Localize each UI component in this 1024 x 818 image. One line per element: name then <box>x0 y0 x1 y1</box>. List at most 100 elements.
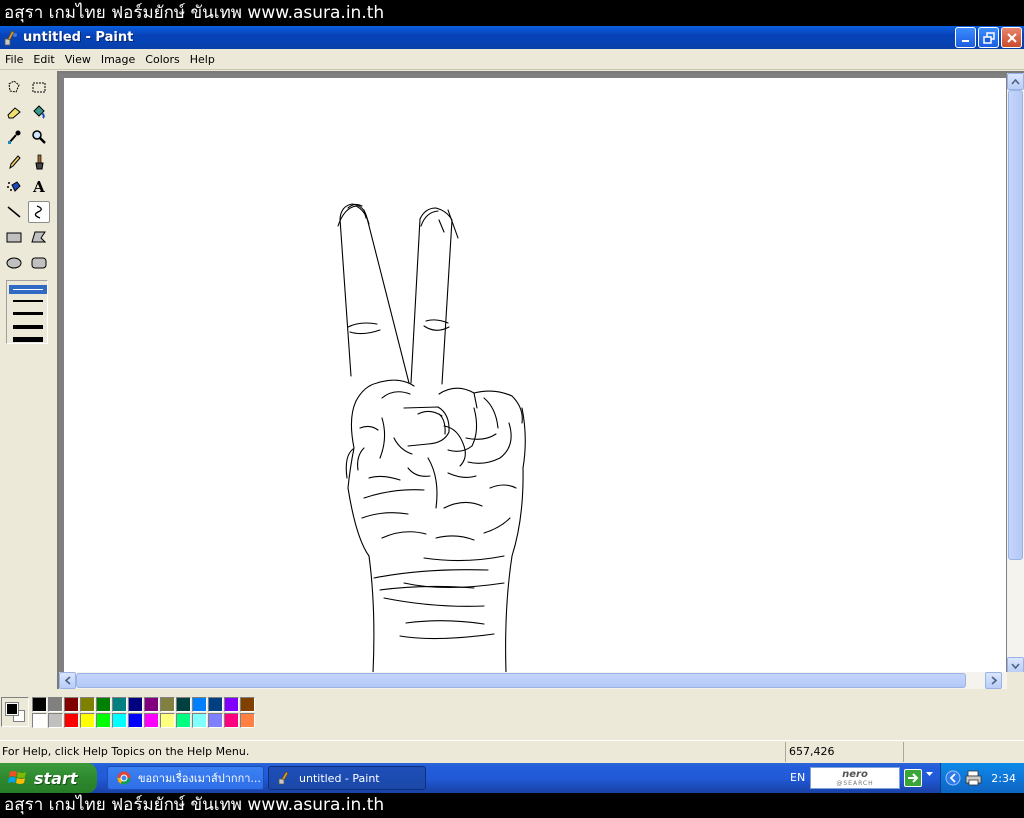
color-swatch[interactable] <box>224 697 239 712</box>
paint-icon <box>277 770 293 786</box>
line-width-2[interactable] <box>13 300 43 302</box>
color-swatch[interactable] <box>144 713 159 728</box>
status-help-text: For Help, click Help Topics on the Help … <box>2 745 250 758</box>
fill-tool[interactable] <box>28 101 50 123</box>
printer-icon[interactable] <box>965 770 983 786</box>
vertical-scroll-thumb[interactable] <box>1008 90 1023 560</box>
line-width-4[interactable] <box>13 325 43 329</box>
windows-logo-icon <box>8 771 26 784</box>
pencil-tool[interactable] <box>3 151 25 173</box>
polygon-tool[interactable] <box>28 226 50 248</box>
title-bar[interactable]: untitled - Paint <box>0 26 1024 49</box>
color-swatch[interactable] <box>80 713 95 728</box>
rounded-rectangle-tool[interactable] <box>28 251 50 273</box>
magnifier-icon <box>32 130 46 144</box>
menu-file[interactable]: File <box>0 53 28 66</box>
color-swatch[interactable] <box>96 713 111 728</box>
color-swatch[interactable] <box>208 713 223 728</box>
current-colors <box>1 697 29 727</box>
eraser-tool[interactable] <box>3 101 25 123</box>
color-swatch[interactable] <box>112 697 127 712</box>
menu-view[interactable]: View <box>60 53 96 66</box>
nero-search-text: @SEARCH <box>836 779 874 787</box>
status-bar: For Help, click Help Topics on the Help … <box>0 740 1024 763</box>
minimize-button[interactable] <box>955 27 976 48</box>
cursor-coordinates: 657,426 <box>785 742 903 762</box>
color-swatch[interactable] <box>160 697 175 712</box>
pick-color-tool[interactable] <box>3 126 25 148</box>
rectangle-icon <box>6 232 22 243</box>
drawing-canvas[interactable] <box>64 78 1006 674</box>
airbrush-tool[interactable] <box>3 176 25 198</box>
menu-image[interactable]: Image <box>96 53 140 66</box>
color-swatch[interactable] <box>176 713 191 728</box>
color-swatch[interactable] <box>192 713 207 728</box>
color-swatch[interactable] <box>32 713 47 728</box>
color-swatch[interactable] <box>112 713 127 728</box>
color-swatch[interactable] <box>64 697 79 712</box>
eraser-icon <box>7 107 21 119</box>
canvas-viewport <box>57 71 1024 689</box>
curve-icon <box>34 205 42 219</box>
menu-edit[interactable]: Edit <box>28 53 59 66</box>
curve-tool[interactable] <box>28 201 50 223</box>
watermark-bottom: อสุรา เกมไทย ฟอร์มยักษ์ ขันเทพ www.asura… <box>0 793 1024 818</box>
restore-button[interactable] <box>978 27 999 48</box>
close-button[interactable] <box>1001 27 1022 48</box>
nero-go-button[interactable] <box>904 769 922 787</box>
line-width-3[interactable] <box>13 312 43 315</box>
brush-tool[interactable] <box>28 151 50 173</box>
paint-app-icon <box>3 29 19 46</box>
arrow-right-icon <box>908 773 919 783</box>
horizontal-scroll-thumb[interactable] <box>76 673 966 688</box>
color-swatch[interactable] <box>240 713 255 728</box>
color-swatch[interactable] <box>192 697 207 712</box>
color-swatch[interactable] <box>128 697 143 712</box>
task-chrome[interactable]: ขอถามเรื่องเมาส์ปากกา... <box>107 766 264 790</box>
color-swatch[interactable] <box>48 713 63 728</box>
scroll-up-button[interactable] <box>1007 73 1024 90</box>
free-form-select-tool[interactable] <box>3 76 25 98</box>
chevron-down-icon[interactable] <box>926 772 933 777</box>
vertical-scrollbar[interactable] <box>1007 73 1024 674</box>
horizontal-scrollbar[interactable] <box>59 672 1009 689</box>
nero-search-box[interactable]: nero @SEARCH <box>810 767 900 789</box>
color-swatch[interactable] <box>176 697 191 712</box>
peace-sign-hand-drawing <box>337 203 526 674</box>
start-label: start <box>34 768 78 788</box>
select-icon <box>32 82 46 93</box>
start-button[interactable]: start <box>0 763 97 793</box>
language-indicator[interactable]: EN <box>790 771 805 784</box>
color-swatch[interactable] <box>128 713 143 728</box>
color-swatch[interactable] <box>80 697 95 712</box>
color-swatch[interactable] <box>32 697 47 712</box>
color-swatch[interactable] <box>224 713 239 728</box>
magnifier-tool[interactable] <box>28 126 50 148</box>
arrow-left-icon <box>64 676 71 685</box>
ellipse-tool[interactable] <box>3 251 25 273</box>
task-paint[interactable]: untitled - Paint <box>268 766 426 790</box>
select-tool[interactable] <box>28 76 50 98</box>
color-swatch[interactable] <box>144 697 159 712</box>
color-swatch[interactable] <box>208 697 223 712</box>
line-width-1 <box>13 289 43 290</box>
color-swatch[interactable] <box>96 697 111 712</box>
rectangle-tool[interactable] <box>3 226 25 248</box>
color-swatch[interactable] <box>160 713 175 728</box>
color-swatch[interactable] <box>240 697 255 712</box>
brush-icon <box>35 154 44 170</box>
line-tool[interactable] <box>3 201 25 223</box>
color-swatch[interactable] <box>64 713 79 728</box>
minimize-icon <box>961 39 969 42</box>
clock[interactable]: 2:34 <box>991 772 1016 785</box>
line-width-5[interactable] <box>13 337 43 342</box>
color-swatch[interactable] <box>48 697 63 712</box>
scroll-left-button[interactable] <box>59 672 76 689</box>
restore-icon <box>982 31 995 44</box>
text-tool[interactable]: A <box>28 176 50 198</box>
menu-colors[interactable]: Colors <box>140 53 184 66</box>
scroll-right-button[interactable] <box>985 672 1002 689</box>
show-hidden-icons-icon[interactable] <box>945 770 961 786</box>
menu-help[interactable]: Help <box>185 53 220 66</box>
eyedropper-icon <box>8 130 21 144</box>
